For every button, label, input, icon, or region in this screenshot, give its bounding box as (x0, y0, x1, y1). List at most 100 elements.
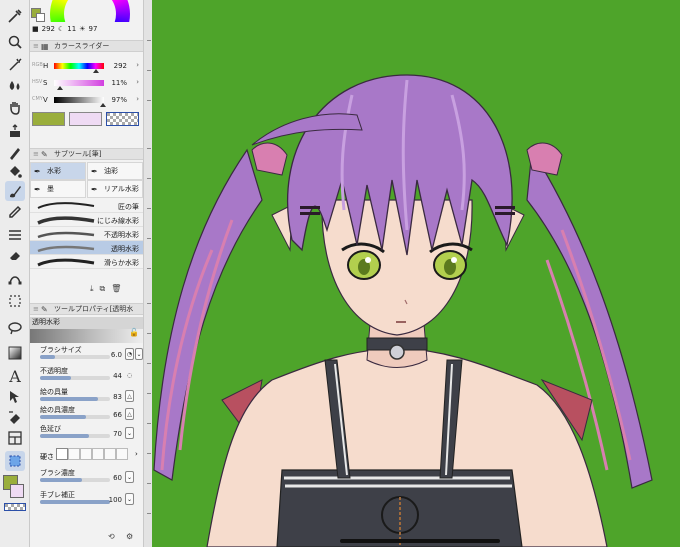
tool-property-icon: ✎ (41, 304, 48, 314)
panel-scrollbar[interactable] (143, 0, 152, 547)
grip-icon[interactable]: ≡ (33, 150, 41, 158)
saturation-label: S (43, 79, 48, 87)
color-wheel[interactable] (50, 0, 130, 22)
correction-tool-icon[interactable] (5, 407, 25, 427)
slider-panel-icon: ▦ (41, 41, 49, 51)
paint-amount-row[interactable]: 絵の具量 83 △ (40, 387, 143, 407)
frame-tool-icon[interactable] (5, 428, 25, 448)
color-slider-header[interactable]: ≡ ▦ カラースライダー (30, 40, 143, 52)
transparent-color-swatch[interactable] (4, 503, 26, 511)
color-stretch-row[interactable]: 色延び 70 ⌄ (40, 424, 143, 444)
tab-real-watercolor[interactable]: ✒ リアル水彩 (87, 180, 143, 198)
brush-name: 不透明水彩 (104, 231, 139, 239)
pen-tool-icon[interactable] (5, 143, 25, 163)
brush-item-bleed[interactable]: にじみ線水彩 (30, 213, 143, 227)
slider-mode-rgb[interactable]: RGB (32, 57, 43, 74)
color-picker-tool-icon[interactable] (5, 451, 25, 471)
sub-tool-header[interactable]: ≡ ✎ サブツール[筆] (30, 148, 143, 160)
brush-tool-icon[interactable] (5, 181, 25, 201)
saturation-step-icon[interactable]: › (136, 78, 139, 86)
brush-density-row[interactable]: ブラシ濃度 60 ⌄ (40, 468, 143, 488)
hsv-readout: ■ 292 ☾ 11 ☀ 97 (32, 25, 98, 33)
reset-icon[interactable]: ⟲ (108, 532, 115, 541)
download-icon[interactable]: ⤓ (90, 284, 94, 294)
sub-tool-panel-icon: ✎ (41, 149, 48, 159)
hardness-next-icon[interactable]: › (135, 450, 138, 458)
oil-icon: ✒ (91, 166, 98, 176)
brush-item-opaque[interactable]: 不透明水彩 (30, 227, 143, 241)
transparent-chip[interactable] (106, 112, 139, 126)
color-swatch-row (32, 112, 141, 126)
illustration (153, 74, 653, 547)
saturation-knob[interactable] (57, 86, 63, 90)
opacity-pressure-icon[interactable]: ◌ (125, 369, 134, 381)
eyedropper-tool-icon[interactable] (5, 6, 25, 26)
tab-oil-label: 油彩 (104, 167, 118, 175)
brush-size-dropdown-icon[interactable]: ⌄ (135, 348, 143, 360)
opacity-label: 不透明度 (40, 367, 68, 375)
blend-tool-icon[interactable] (5, 76, 25, 96)
sub-color-chip[interactable] (69, 112, 102, 126)
slider-mode-tabs[interactable]: RGB HSV CMY (32, 57, 43, 108)
hue-step-icon[interactable]: › (136, 61, 139, 69)
lock-icon[interactable]: 🔓 (129, 328, 139, 337)
slider-mode-hsv[interactable]: HSV (32, 74, 42, 91)
duplicate-icon[interactable]: ⧉ (100, 284, 106, 294)
tool-property-header[interactable]: ≡ ✎ ツールプロパティ[透明水 (30, 303, 143, 315)
brush-list-controls: ⤓ ⧉ 🗑 (90, 284, 140, 294)
opacity-row[interactable]: 不透明度 44 ◌ (40, 366, 143, 386)
drawing-canvas[interactable] (152, 0, 680, 547)
value-value: 97% (111, 96, 127, 104)
tab-watercolor[interactable]: ✒ 水彩 (30, 162, 86, 180)
zoom-tool-icon[interactable] (5, 32, 25, 52)
grip-icon[interactable]: ≡ (33, 305, 41, 313)
wheel-sub-swatch[interactable] (36, 13, 45, 22)
value-knob[interactable] (100, 103, 106, 107)
main-color-chip[interactable] (32, 112, 65, 126)
auto-select-tool-icon[interactable] (5, 55, 25, 75)
decoration-tool-icon[interactable] (5, 225, 25, 245)
brush-size-row[interactable]: ブラシサイズ 6.0 ◔ ⌄ (40, 345, 143, 365)
paint-density-row[interactable]: 絵の具濃度 66 △ (40, 405, 143, 425)
tab-ink[interactable]: ✒ 墨 (30, 180, 86, 198)
pencil-tool-icon[interactable] (5, 202, 25, 222)
hue-knob[interactable] (93, 69, 99, 73)
stabilization-row[interactable]: 手ブレ補正 100 ⌄ (40, 490, 143, 510)
text-tool-icon[interactable]: A (5, 366, 25, 386)
real-watercolor-icon: ✒ (91, 184, 98, 194)
brush-density-dropdown-icon[interactable]: ⌄ (125, 471, 134, 483)
brush-item-smooth[interactable]: 滑らか水彩 (30, 255, 143, 269)
color-stretch-dropdown-icon[interactable]: ⌄ (125, 427, 134, 439)
brush-item-takumi[interactable]: 匠の筆 (30, 199, 143, 213)
gradient-tool-icon[interactable] (5, 343, 25, 363)
hand-tool-icon[interactable] (5, 97, 25, 117)
value-step-icon[interactable]: › (136, 95, 139, 103)
saturation-slider[interactable]: S 11% › (42, 75, 141, 91)
lasso-tool-icon[interactable] (5, 318, 25, 338)
trash-icon[interactable]: 🗑 (111, 284, 121, 294)
stabilization-dropdown-icon[interactable]: ⌄ (125, 493, 134, 505)
value-bar[interactable] (54, 97, 104, 103)
app: A ■ 292 ☾ 11 ☀ 97 ≡ ▦ カラースライダー RGB HSV C… (0, 0, 680, 547)
eraser-tool-icon[interactable] (5, 246, 25, 266)
paint-amount-label: 絵の具量 (40, 388, 68, 396)
hardness-row[interactable]: 硬さ › (40, 447, 143, 465)
selection-tool-icon[interactable] (5, 291, 25, 311)
tab-oil[interactable]: ✒ 油彩 (87, 162, 143, 180)
slider-mode-cmy[interactable]: CMY (32, 91, 43, 108)
wrench-icon[interactable]: ⚙ (126, 532, 133, 541)
sub-color-swatch[interactable] (10, 484, 24, 498)
brush-item-transparent[interactable]: 透明水彩 (30, 241, 143, 255)
value-slider[interactable]: V 97% › (42, 92, 141, 108)
layer-move-tool-icon[interactable] (5, 121, 25, 141)
object-tool-icon[interactable] (5, 387, 25, 407)
brush-size-label: ブラシサイズ (40, 346, 82, 354)
grip-icon[interactable]: ≡ (33, 42, 41, 50)
paint-density-pressure-icon[interactable]: △ (125, 408, 134, 420)
brush-size-pressure-icon[interactable]: ◔ (125, 348, 134, 360)
paint-amount-pressure-icon[interactable]: △ (125, 390, 134, 402)
fill-tool-icon[interactable] (5, 162, 25, 182)
figure-tool-icon[interactable] (5, 268, 25, 288)
hue-slider[interactable]: H 292 › (42, 58, 141, 74)
hardness-levels[interactable] (56, 448, 128, 460)
